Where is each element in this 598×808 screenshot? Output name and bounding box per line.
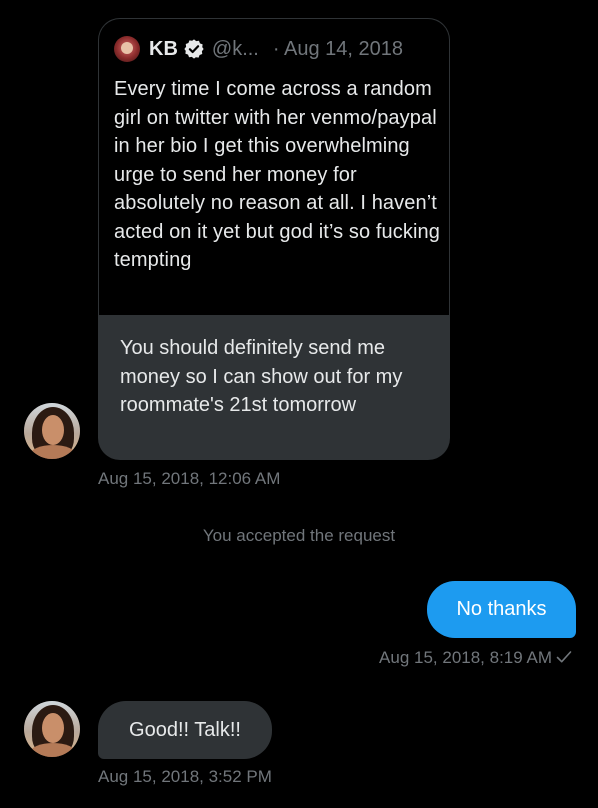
timestamp-text: Aug 15, 2018, 8:19 AM: [379, 648, 552, 667]
message-text: You should definitely send me money so I…: [120, 337, 403, 416]
message-text: No thanks: [456, 598, 547, 620]
quoted-author-handle: @k...: [211, 37, 259, 60]
quoted-tweet-date: · Aug 14, 2018: [272, 37, 403, 60]
quoted-tweet[interactable]: KB @k... · Aug 14, 2018 Every time I com…: [99, 19, 449, 315]
message-timestamp: Aug 15, 2018, 12:06 AM: [98, 469, 281, 488]
quoted-tweet-text: Every time I come across a random girl o…: [114, 78, 440, 271]
message-timestamp: Aug 15, 2018, 3:52 PM: [98, 767, 272, 786]
received-message-bubble[interactable]: Good!! Talk!!: [98, 701, 272, 759]
request-accepted-note: You accepted the request: [202, 526, 396, 545]
quoted-author-name: KB: [149, 37, 178, 60]
sent-message-bubble[interactable]: No thanks: [427, 581, 576, 638]
quoted-author-avatar: [114, 36, 140, 62]
quote-tweet-message[interactable]: KB @k... · Aug 14, 2018 Every time I com…: [98, 18, 450, 460]
message-text: Good!! Talk!!: [129, 718, 241, 741]
checkmark-icon: [556, 651, 572, 663]
quoted-tweet-header: KB @k... · Aug 14, 2018: [114, 36, 403, 62]
sender-avatar[interactable]: [24, 403, 80, 459]
sender-avatar[interactable]: [24, 701, 80, 757]
sent-message-timestamp: Aug 15, 2018, 8:19 AM: [379, 648, 572, 668]
verified-badge-icon: [184, 39, 204, 59]
